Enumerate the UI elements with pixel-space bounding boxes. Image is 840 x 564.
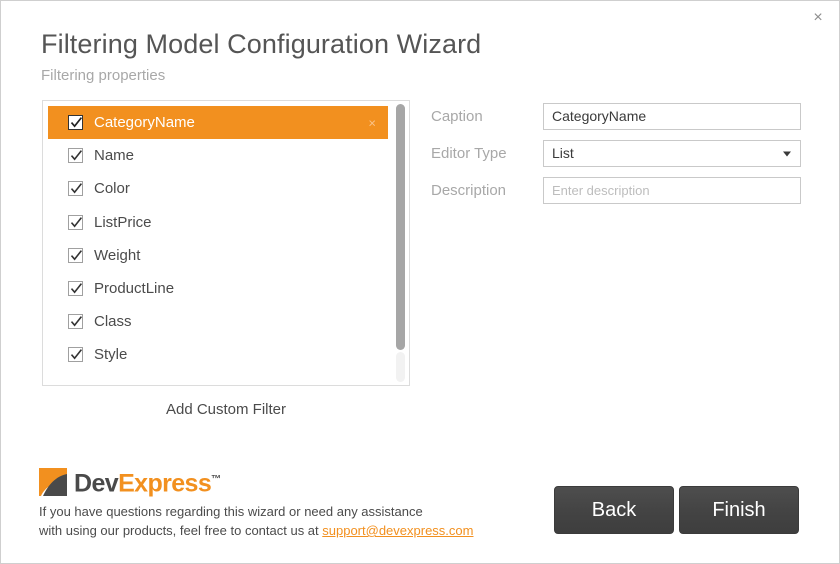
description-placeholder: Enter description [552,183,650,199]
scrollbar-thumb[interactable] [396,104,405,350]
editor-type-value: List [552,145,574,162]
list-item-label: Color [94,180,130,197]
checkbox-checked-icon[interactable] [68,248,83,263]
devexpress-wordmark: DevExpress™ [74,467,221,496]
back-button[interactable]: Back [554,486,674,534]
footer-line-2-prefix: with using our products, feel free to co… [39,523,322,538]
add-custom-filter-button[interactable]: Add Custom Filter [42,400,410,420]
list-item-label: Weight [94,247,140,264]
header: Filtering Model Configuration Wizard Fil… [41,28,801,85]
list-item[interactable]: Class [43,305,392,338]
filter-list: CategoryName × Name Color ListPrice [43,101,392,385]
chevron-down-icon[interactable] [783,151,791,156]
list-item-label: Name [94,147,134,164]
support-email-link[interactable]: support@devexpress.com [322,523,473,538]
checkbox-checked-icon[interactable] [68,215,83,230]
checkbox-checked-icon[interactable] [68,347,83,362]
trademark-icon: ™ [211,474,221,485]
caption-row: Caption CategoryName [431,103,801,130]
caption-value: CategoryName [552,108,646,125]
editor-type-label: Editor Type [431,145,543,163]
checkbox-checked-icon[interactable] [68,281,83,296]
editor-type-row: Editor Type List [431,140,801,167]
checkbox-checked-icon[interactable] [68,148,83,163]
checkbox-checked-icon[interactable] [68,181,83,196]
finish-button[interactable]: Finish [679,486,799,534]
checkbox-checked-icon[interactable] [68,314,83,329]
list-item[interactable]: Weight [43,239,392,272]
description-row: Description Enter description [431,177,801,204]
logo-dev-text: Dev [74,469,118,497]
list-item[interactable]: Style [43,338,392,371]
list-item-label: CategoryName [94,114,195,131]
list-scrollbar[interactable] [394,104,407,382]
page-subtitle: Filtering properties [41,67,801,85]
filtering-properties-listbox[interactable]: CategoryName × Name Color ListPrice [42,100,410,386]
list-item[interactable]: ProductLine [43,272,392,305]
list-item[interactable]: ListPrice [43,206,392,239]
list-item-label: ListPrice [94,214,152,231]
devexpress-logo-icon [39,468,67,496]
description-input[interactable]: Enter description [543,177,801,204]
description-label: Description [431,182,543,200]
list-item[interactable]: CategoryName × [48,106,388,139]
caption-label: Caption [431,108,543,126]
close-icon[interactable]: × [803,5,833,31]
list-item-label: Class [94,313,132,330]
devexpress-logo: DevExpress™ [39,467,221,496]
checkbox-checked-icon[interactable] [68,115,83,130]
footer-line-1: If you have questions regarding this wiz… [39,504,423,519]
page-title: Filtering Model Configuration Wizard [41,28,801,60]
logo-express-text: Express [118,469,211,497]
scrollbar-track-remainder [396,352,405,382]
list-item-label: ProductLine [94,280,174,297]
remove-item-icon[interactable]: × [368,116,376,129]
caption-field[interactable]: CategoryName [543,103,801,130]
editor-type-dropdown[interactable]: List [543,140,801,167]
list-item[interactable]: Name [43,139,392,172]
footer-contact-text: If you have questions regarding this wiz… [39,502,509,540]
property-editor-panel: Caption CategoryName Editor Type List De… [431,103,801,214]
wizard-window: × Filtering Model Configuration Wizard F… [0,0,840,564]
list-item[interactable]: Color [43,172,392,205]
list-item-label: Style [94,346,127,363]
